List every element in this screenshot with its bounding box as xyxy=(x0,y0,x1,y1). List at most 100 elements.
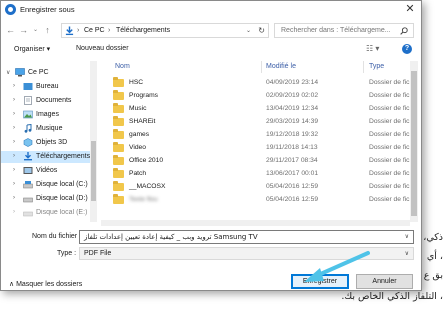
close-button[interactable]: ✕ xyxy=(403,2,417,16)
tree-item-images[interactable]: › Images xyxy=(1,109,90,121)
objects3d-icon xyxy=(23,138,33,147)
chevron-right-icon[interactable]: › xyxy=(13,153,15,159)
navpane-scroll-thumb[interactable] xyxy=(91,141,96,201)
file-name: Office 2010 xyxy=(129,157,164,164)
tree-item-label: Téléchargements xyxy=(36,153,91,160)
table-row[interactable]: Texte flou 05/04/2016 12:59 Dossier de f… xyxy=(101,194,415,206)
tree-item-label: Objets 3D xyxy=(36,139,68,146)
file-name: games xyxy=(129,131,150,138)
tree-item-documents[interactable]: › Documents xyxy=(1,95,90,107)
desktop-icon xyxy=(23,83,33,90)
tree-item-label: Bureau xyxy=(36,83,59,90)
tree-item-disque-e[interactable]: › Disque local (E:) xyxy=(1,207,90,219)
chevron-right-icon[interactable]: › xyxy=(13,181,15,187)
hide-folders-label: Masquer les dossiers xyxy=(16,281,83,288)
table-row[interactable]: games 19/12/2018 19:32 Dossier de fic xyxy=(101,129,415,141)
chevron-right-icon[interactable]: › xyxy=(13,209,15,215)
column-header-modified[interactable]: Modifié le xyxy=(266,63,296,70)
search-box[interactable]: Rechercher dans : Téléchargeme... xyxy=(274,23,414,38)
folder-icon xyxy=(113,116,124,126)
tree-item-telechargements[interactable]: › Téléchargements xyxy=(1,151,90,163)
file-date: 13/04/2019 12:34 xyxy=(266,105,319,112)
background-text-line: ، التلفاز الذكي الخاص بك. xyxy=(341,291,443,302)
filelist-scrollbar[interactable] xyxy=(410,61,418,222)
folder-icon xyxy=(113,142,124,152)
table-row[interactable]: Music 13/04/2019 12:34 Dossier de fic xyxy=(101,103,415,115)
file-type: Dossier de fic xyxy=(369,144,410,151)
folder-icon xyxy=(113,155,124,165)
forward-arrow-icon[interactable]: → xyxy=(18,24,29,37)
table-row[interactable]: Video 19/11/2018 14:13 Dossier de fic xyxy=(101,142,415,154)
tree-item-bureau[interactable]: › Bureau xyxy=(1,81,90,93)
help-icon[interactable]: ? xyxy=(402,44,412,54)
chevron-down-icon[interactable]: ∨ xyxy=(405,250,409,257)
table-row[interactable]: Office 2010 29/11/2017 08:34 Dossier de … xyxy=(101,155,415,167)
computer-icon xyxy=(15,68,25,77)
documents-icon xyxy=(24,96,32,105)
folder-icon xyxy=(113,103,124,113)
file-type-value: PDF File xyxy=(84,250,112,257)
column-divider[interactable] xyxy=(261,61,262,73)
navpane-scrollbar[interactable] xyxy=(90,61,97,222)
file-name: Texte flou xyxy=(129,196,158,203)
chevron-down-icon[interactable]: ⌄ xyxy=(246,27,251,34)
save-button[interactable]: Enregistrer xyxy=(291,274,349,289)
horizontal-scrollbar[interactable] xyxy=(101,220,410,226)
file-name: Programs xyxy=(129,92,158,99)
chevron-down-icon[interactable]: ∨ xyxy=(405,233,409,240)
filelist-scroll-thumb[interactable] xyxy=(411,71,417,216)
file-name: Video xyxy=(129,144,146,151)
chevron-right-icon[interactable]: › xyxy=(13,125,15,131)
breadcrumb-telechargements[interactable]: Téléchargements xyxy=(116,27,170,34)
table-row[interactable]: Patch 13/06/2017 00:01 Dossier de fic xyxy=(101,168,415,180)
file-date: 29/11/2017 08:34 xyxy=(266,157,318,164)
tree-item-disque-d[interactable]: › Disque local (D:) xyxy=(1,193,90,205)
tree-item-label: Disque local (C:) xyxy=(36,181,88,188)
table-row[interactable]: __MACOSX 05/04/2016 12:59 Dossier de fic xyxy=(101,181,415,193)
chevron-right-icon[interactable]: › xyxy=(13,195,15,201)
chevron-down-icon[interactable]: ∨ xyxy=(6,69,10,76)
breadcrumb-ce-pc[interactable]: Ce PC xyxy=(84,27,105,34)
navigation-bar: ← → ⌄ ↑ › Ce PC › Téléchargements ⌄ ↻ Re… xyxy=(1,22,421,40)
filename-field[interactable]: ترويد وبب _ كيفية إعادة تعيين إعدادات تل… xyxy=(79,230,414,244)
column-divider[interactable] xyxy=(363,61,364,73)
recent-locations-icon[interactable]: ⌄ xyxy=(30,24,41,37)
breadcrumb-separator: › xyxy=(108,27,111,34)
organize-button[interactable]: Organiser ▾ xyxy=(14,45,50,53)
back-arrow-icon[interactable]: ← xyxy=(5,24,16,37)
chevron-right-icon[interactable]: › xyxy=(13,97,15,103)
search-icon xyxy=(400,27,408,35)
file-type: Dossier de fic xyxy=(369,183,410,190)
file-type-select[interactable]: PDF File ∨ xyxy=(79,247,414,260)
tree-item-disque-c[interactable]: › Disque local (C:) xyxy=(1,179,90,191)
address-bar[interactable]: › Ce PC › Téléchargements ⌄ ↻ xyxy=(61,23,269,38)
tree-item-musique[interactable]: › Musique xyxy=(1,123,90,135)
downloads-icon xyxy=(24,152,32,161)
folder-icon xyxy=(113,90,124,100)
column-header-name[interactable]: Nom xyxy=(115,63,130,70)
hide-folders-toggle[interactable]: ∧ Masquer les dossiers xyxy=(9,280,82,288)
tree-item-ce-pc[interactable]: ∨ Ce PC xyxy=(1,67,90,79)
column-header-type[interactable]: Type xyxy=(369,63,384,70)
folder-icon xyxy=(113,194,124,204)
new-folder-button[interactable]: Nouveau dossier xyxy=(76,45,129,52)
refresh-icon[interactable]: ↻ xyxy=(258,26,265,35)
tree-item-objets-3d[interactable]: › Objets 3D xyxy=(1,137,90,149)
table-row[interactable]: HSC 04/09/2019 23:14 Dossier de fic xyxy=(101,77,415,89)
view-options-icon[interactable]: ☷ ▾ xyxy=(366,44,379,53)
file-type: Dossier de fic xyxy=(369,79,410,86)
background-text-line: بق ع xyxy=(423,270,443,281)
up-arrow-icon[interactable]: ↑ xyxy=(42,24,53,37)
file-type: Dossier de fic xyxy=(369,105,410,112)
chevron-right-icon[interactable]: › xyxy=(13,139,15,145)
cancel-button[interactable]: Annuler xyxy=(356,274,413,289)
tree-item-videos[interactable]: › Vidéos xyxy=(1,165,90,177)
table-row[interactable]: SHAREit 29/03/2019 14:39 Dossier de fic xyxy=(101,116,415,128)
file-name: SHAREit xyxy=(129,118,156,125)
chevron-right-icon[interactable]: › xyxy=(13,111,15,117)
chevron-right-icon[interactable]: › xyxy=(13,167,15,173)
table-row[interactable]: Programs 02/09/2019 02:02 Dossier de fic xyxy=(101,90,415,102)
chevron-right-icon[interactable]: › xyxy=(13,83,15,89)
folder-icon xyxy=(113,129,124,139)
navigation-pane: ∨ Ce PC › Bureau › Documents › Images › … xyxy=(1,61,96,222)
